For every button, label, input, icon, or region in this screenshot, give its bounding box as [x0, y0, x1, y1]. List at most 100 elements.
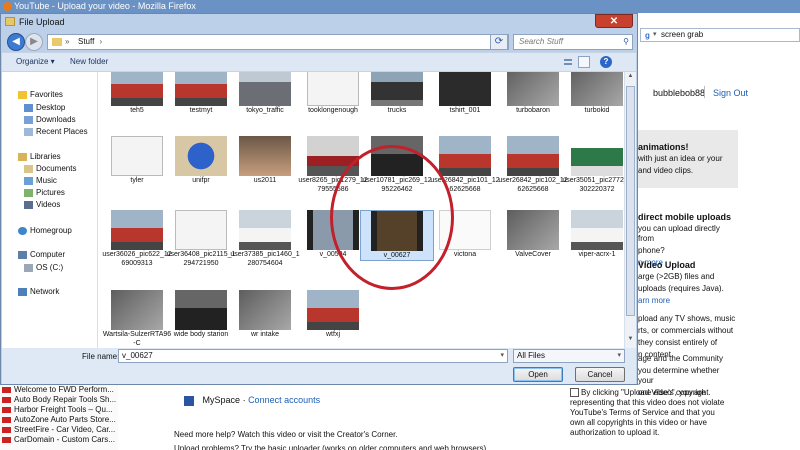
file-item[interactable]: unifpr [164, 136, 238, 185]
address-bar[interactable]: » Stuff › [47, 34, 509, 50]
file-label: trucks [387, 107, 407, 114]
bookmark-label: AutoZone Auto Parts Store... [14, 415, 116, 424]
chevron-right-icon[interactable]: › [100, 37, 103, 46]
dialog-search-input[interactable]: Search Stuff ⚲ [513, 34, 633, 50]
nav-desktop[interactable]: Desktop [24, 103, 65, 112]
file-thumbnail [571, 136, 623, 176]
file-item[interactable]: wr intake [228, 290, 302, 339]
file-label: user26842_pic102_1262625668 [498, 177, 568, 193]
view-options-icon[interactable] [562, 56, 574, 68]
browser-search-input[interactable]: g ▾ screen grab [640, 28, 800, 42]
file-item[interactable]: tyler [100, 136, 174, 185]
file-item[interactable]: user26842_pic102_1262625668 [496, 136, 570, 194]
sign-out-link[interactable]: Sign Out [713, 88, 748, 98]
file-item[interactable]: tokyo_traffic [228, 72, 302, 115]
documents-icon [24, 165, 33, 173]
file-item[interactable]: turbobaron [496, 72, 570, 115]
file-thumbnail [507, 136, 559, 176]
refresh-button[interactable]: ⟳ [490, 34, 508, 50]
bookmark-label: Harbor Freight Tools – Qu... [14, 405, 113, 414]
organize-button[interactable]: Organize ▾ [16, 57, 55, 66]
chevron-down-icon[interactable]: ▾ [500, 350, 504, 362]
browser-title-bar: YouTube - Upload your video - Mozilla Fi… [0, 0, 800, 13]
bookmark-item[interactable]: Welcome to FWD Perform... [0, 385, 118, 395]
nav-recent-places[interactable]: Recent Places [24, 127, 88, 136]
file-item[interactable]: ValveCover [496, 210, 570, 259]
nav-pictures[interactable]: Pictures [24, 188, 65, 197]
nav-music[interactable]: Music [24, 176, 57, 185]
file-item[interactable]: tshirt_001 [428, 72, 502, 115]
scroll-down-icon[interactable]: ▼ [626, 336, 635, 346]
nav-os-c[interactable]: OS (C:) [24, 263, 63, 272]
cancel-button[interactable]: Cancel [575, 367, 625, 382]
nav-computer[interactable]: Computer [18, 250, 65, 259]
forward-button[interactable]: ▶ [25, 33, 43, 51]
file-item[interactable]: wtfxj [296, 290, 370, 339]
bookmark-icon [2, 417, 11, 423]
bookmark-item[interactable]: Auto Body Repair Tools Sh... [0, 395, 118, 405]
bookmark-item[interactable]: CarDomain - Custom Cars... [0, 435, 118, 445]
file-item[interactable]: turbokid [560, 72, 624, 115]
file-thumbnail [111, 290, 163, 330]
scrollbar[interactable]: ▲ ▼ [624, 72, 636, 348]
file-thumbnail [239, 72, 291, 106]
learn-more-link[interactable]: arn more [638, 296, 738, 306]
preview-pane-icon[interactable] [578, 56, 590, 68]
upload-notice: By clicking "Upload Video", you are repr… [570, 388, 730, 438]
connect-accounts-link[interactable]: Connect accounts [248, 395, 320, 405]
nav-label: Downloads [36, 115, 76, 124]
file-item[interactable]: viper-acrx-1 [560, 210, 624, 259]
file-thumbnail [111, 210, 163, 250]
file-item[interactable]: testmyt [164, 72, 238, 115]
firefox-icon [3, 2, 12, 11]
username-link[interactable]: bubblebob88 [653, 88, 705, 98]
downloads-icon [24, 116, 33, 124]
breadcrumb[interactable]: Stuff [78, 37, 94, 46]
nav-homegroup[interactable]: Homegroup [18, 226, 72, 235]
nav-downloads[interactable]: Downloads [24, 115, 76, 124]
file-label: us2011 [253, 177, 277, 184]
bookmark-icon [2, 397, 11, 403]
file-label: tokyo_traffic [246, 107, 284, 114]
file-item[interactable]: user36408_pic2115_1294721950 [164, 210, 238, 268]
open-button[interactable]: Open [513, 367, 563, 382]
help-icon[interactable]: ? [600, 56, 612, 68]
file-name-input[interactable]: v_00627 ▾ [118, 349, 508, 363]
file-item[interactable]: user37385_pic1460_1280754604 [228, 210, 302, 268]
close-button[interactable]: ✕ [595, 14, 633, 28]
file-item[interactable]: user35051_pic2772_1302220372 [560, 136, 624, 194]
file-item[interactable]: tooklongenough [296, 72, 370, 115]
file-item[interactable]: teh5 [100, 72, 174, 115]
bookmarks-sidebar: Welcome to FWD Perform... Auto Body Repa… [0, 385, 118, 450]
file-label: teh5 [130, 107, 144, 114]
nav-libraries[interactable]: Libraries [18, 152, 61, 161]
annotation-circle [330, 145, 454, 290]
chevron-down-icon[interactable]: ▾ [653, 29, 657, 41]
bookmark-item[interactable]: AutoZone Auto Parts Store... [0, 415, 118, 425]
file-type-select[interactable]: All Files ▾ [513, 349, 625, 363]
file-item[interactable]: us2011 [228, 136, 302, 185]
file-item[interactable]: trucks [360, 72, 434, 115]
nav-videos[interactable]: Videos [24, 200, 60, 209]
checkbox[interactable] [570, 388, 579, 398]
file-item[interactable]: wide body starion [164, 290, 238, 339]
nav-documents[interactable]: Documents [24, 164, 76, 173]
scroll-up-icon[interactable]: ▲ [626, 73, 635, 83]
bookmark-item[interactable]: Harbor Freight Tools – Qu... [0, 405, 118, 415]
file-thumbnail [175, 210, 227, 250]
file-label: turbobaron [516, 107, 550, 114]
back-button[interactable]: ◀ [7, 33, 25, 51]
file-item[interactable]: user36026_pic622_1269009313 [100, 210, 174, 268]
nav-network[interactable]: Network [18, 287, 59, 296]
bookmark-item[interactable]: StreetFire - Car Video, Car... [0, 425, 118, 435]
bookmark-icon [2, 387, 11, 393]
file-thumbnail [111, 136, 163, 176]
nav-favorites[interactable]: Favorites [18, 90, 63, 99]
chevron-down-icon[interactable]: ▾ [617, 350, 621, 362]
file-item[interactable]: Wartsila-SulzerRTA96-C [100, 290, 174, 348]
file-upload-dialog: File Upload ✕ ◀ ▶ » Stuff › ⟳ Search Stu… [0, 13, 638, 385]
new-folder-button[interactable]: New folder [70, 57, 108, 66]
myspace-label: MySpace [202, 395, 241, 405]
music-icon [24, 177, 33, 185]
scrollbar-thumb[interactable] [626, 86, 635, 316]
